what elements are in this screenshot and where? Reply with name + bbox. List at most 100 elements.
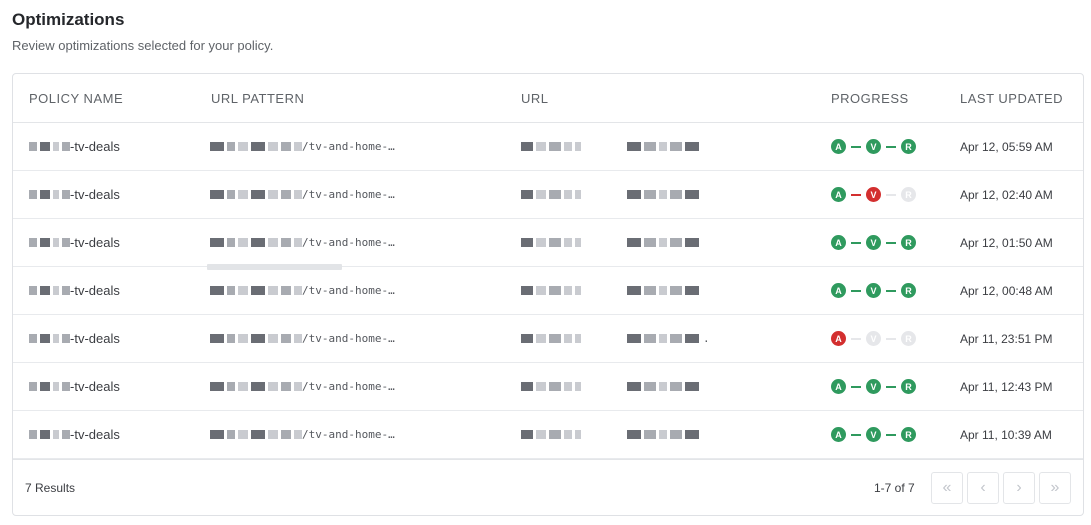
url-pattern-cell: /tv-and-home-… xyxy=(210,363,450,410)
url-cell[interactable]: . xyxy=(521,315,811,362)
page-title: Optimizations xyxy=(12,10,125,29)
table-row[interactable]: -tv-deals/tv-and-home-… A V R Apr 12, 02:40 … xyxy=(13,171,1083,219)
progress-steps: AVR xyxy=(831,283,916,298)
progress-cell: AVR xyxy=(831,219,951,266)
redacted-text xyxy=(521,237,699,249)
redacted-text xyxy=(521,285,699,297)
last-page-button[interactable]: » xyxy=(1039,472,1071,504)
redacted-text xyxy=(29,189,70,201)
redacted-text xyxy=(29,285,70,297)
last-updated-cell: Apr 12, 02:40 AM xyxy=(960,187,1053,202)
progress-connector xyxy=(851,145,861,148)
progress-step-a-icon[interactable]: A xyxy=(831,379,846,394)
redacted-text xyxy=(210,333,302,345)
policy-name-text: -tv-deals xyxy=(70,379,120,394)
progress-connector xyxy=(886,241,896,244)
redacted-text xyxy=(210,237,302,249)
policy-name-cell: -tv-deals xyxy=(29,363,204,410)
url-cell[interactable] xyxy=(521,171,811,218)
progress-step-v-icon[interactable]: V xyxy=(866,427,881,442)
progress-step-a-icon[interactable]: A xyxy=(831,331,846,346)
table-row[interactable]: -tv-deals/tv-and-home-… A V R Apr 12, 00:48 … xyxy=(13,267,1083,315)
progress-connector xyxy=(886,289,896,292)
table-footer: 7 Results 1-7 of 7 « ‹ › » xyxy=(13,459,1083,515)
horizontal-scrollbar[interactable] xyxy=(207,264,342,270)
progress-cell: AVR xyxy=(831,363,951,410)
optimizations-table-card: POLICY NAME URL PATTERN URL PROGRESS LAS… xyxy=(12,73,1084,516)
progress-step-a-icon[interactable]: A xyxy=(831,139,846,154)
table-header: POLICY NAME URL PATTERN URL PROGRESS LAS… xyxy=(13,74,1083,123)
progress-connector xyxy=(886,337,896,340)
page-subtitle: Review optimizations selected for your p… xyxy=(12,38,274,53)
progress-step-r-icon[interactable]: R xyxy=(901,379,916,394)
progress-steps: AVR xyxy=(831,235,916,250)
redacted-text xyxy=(29,381,70,393)
redacted-text xyxy=(210,189,302,201)
header-last-updated[interactable]: LAST UPDATED xyxy=(960,91,1063,106)
url-cell[interactable] xyxy=(521,411,811,458)
progress-step-r-icon[interactable]: R xyxy=(901,235,916,250)
policy-name-cell: -tv-deals xyxy=(29,315,204,362)
table-row[interactable]: -tv-deals/tv-and-home-… A V R Apr 11, 12:43 … xyxy=(13,363,1083,411)
header-url[interactable]: URL xyxy=(521,91,549,106)
progress-steps: AVR xyxy=(831,331,916,346)
next-page-button[interactable]: › xyxy=(1003,472,1035,504)
table-row[interactable]: -tv-deals/tv-and-home-… A V R Apr 12, 05:59 … xyxy=(13,123,1083,171)
table-row[interactable]: -tv-deals/tv-and-home-… A V R Apr 12, 01:50 … xyxy=(13,219,1083,267)
url-cell[interactable] xyxy=(521,267,811,314)
progress-connector xyxy=(851,433,861,436)
progress-step-a-icon[interactable]: A xyxy=(831,427,846,442)
progress-steps: AVR xyxy=(831,427,916,442)
progress-step-r-icon[interactable]: R xyxy=(901,331,916,346)
url-pattern-cell: /tv-and-home-… xyxy=(210,123,450,170)
progress-step-r-icon[interactable]: R xyxy=(901,187,916,202)
url-cell[interactable] xyxy=(521,123,811,170)
progress-cell: AVR xyxy=(831,315,951,362)
header-url-pattern[interactable]: URL PATTERN xyxy=(211,91,304,106)
url-cell[interactable] xyxy=(521,363,811,410)
policy-name-text: -tv-deals xyxy=(70,139,120,154)
url-text: . xyxy=(703,332,710,345)
progress-step-v-icon[interactable]: V xyxy=(866,187,881,202)
redacted-text xyxy=(521,141,699,153)
progress-step-v-icon[interactable]: V xyxy=(866,235,881,250)
progress-step-a-icon[interactable]: A xyxy=(831,235,846,250)
redacted-text xyxy=(521,429,699,441)
url-cell[interactable] xyxy=(521,219,811,266)
progress-connector xyxy=(851,241,861,244)
url-pattern-text: /tv-and-home-… xyxy=(302,428,395,441)
table-row[interactable]: -tv-deals/tv-and-home-… A V R Apr 11, 10:39 … xyxy=(13,411,1083,459)
url-pattern-text: /tv-and-home-… xyxy=(302,332,395,345)
progress-step-v-icon[interactable]: V xyxy=(866,283,881,298)
results-count: 7 Results xyxy=(25,481,76,495)
progress-cell: AVR xyxy=(831,411,951,458)
url-pattern-text: /tv-and-home-… xyxy=(302,236,395,249)
progress-step-r-icon[interactable]: R xyxy=(901,427,916,442)
progress-connector xyxy=(851,385,861,388)
double-chevron-left-icon: « xyxy=(942,479,952,496)
policy-name-cell: -tv-deals xyxy=(29,267,204,314)
progress-step-v-icon[interactable]: V xyxy=(866,139,881,154)
redacted-text xyxy=(210,285,302,297)
progress-step-r-icon[interactable]: R xyxy=(901,283,916,298)
policy-name-text: -tv-deals xyxy=(70,283,120,298)
first-page-button[interactable]: « xyxy=(931,472,963,504)
url-pattern-cell: /tv-and-home-… xyxy=(210,267,450,314)
progress-connector xyxy=(886,193,896,196)
header-progress[interactable]: PROGRESS xyxy=(831,91,909,106)
progress-step-a-icon[interactable]: A xyxy=(831,283,846,298)
progress-step-a-icon[interactable]: A xyxy=(831,187,846,202)
progress-connector xyxy=(851,289,861,292)
progress-steps: AVR xyxy=(831,187,916,202)
progress-connector xyxy=(886,433,896,436)
progress-connector xyxy=(851,193,861,196)
progress-step-r-icon[interactable]: R xyxy=(901,139,916,154)
header-policy-name[interactable]: POLICY NAME xyxy=(29,91,123,106)
progress-step-v-icon[interactable]: V xyxy=(866,331,881,346)
previous-page-button[interactable]: ‹ xyxy=(967,472,999,504)
progress-step-v-icon[interactable]: V xyxy=(866,379,881,394)
policy-name-text: -tv-deals xyxy=(70,427,120,442)
last-updated-cell: Apr 11, 23:51 PM xyxy=(960,331,1053,346)
table-row[interactable]: -tv-deals/tv-and-home-…. A V R Apr 11, 23:51… xyxy=(13,315,1083,363)
page-range: 1-7 of 7 xyxy=(874,481,915,495)
